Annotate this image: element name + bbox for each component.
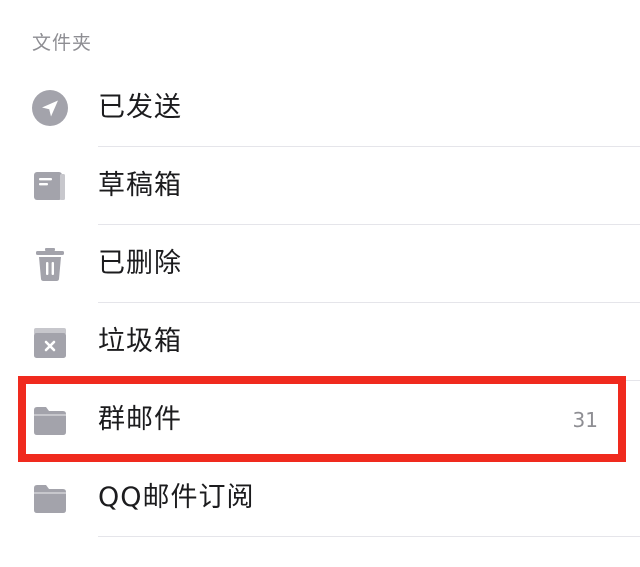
folder-label: 已删除: [98, 248, 182, 279]
divider: [98, 536, 640, 537]
folder-list-page: 文件夹 已发送 草稿箱 已删除 垃圾箱 群邮件 31 QQ邮件订阅: [0, 0, 640, 567]
folder-label: 已发送: [98, 92, 182, 123]
folder-item-drafts[interactable]: 草稿箱: [0, 147, 640, 225]
folder-label: 群邮件: [98, 404, 182, 435]
spam-icon: [34, 328, 66, 358]
sent-icon: [32, 90, 68, 126]
folder-item-sent[interactable]: 已发送: [0, 69, 640, 147]
folder-label: 垃圾箱: [98, 326, 182, 357]
folder-item-spam[interactable]: 垃圾箱: [0, 303, 640, 381]
folder-label: 草稿箱: [98, 170, 182, 201]
drafts-icon: [34, 172, 65, 200]
folder-icon: [34, 407, 66, 435]
unread-count-badge: 31: [572, 408, 598, 432]
folder-label: QQ邮件订阅: [98, 482, 255, 513]
folder-item-group-mail[interactable]: 群邮件 31: [0, 381, 640, 459]
section-title: 文件夹: [32, 32, 93, 54]
folder-item-qq-subscription[interactable]: QQ邮件订阅: [0, 459, 640, 537]
trash-icon: [36, 248, 64, 281]
folder-icon: [34, 485, 66, 513]
folder-item-deleted[interactable]: 已删除: [0, 225, 640, 303]
